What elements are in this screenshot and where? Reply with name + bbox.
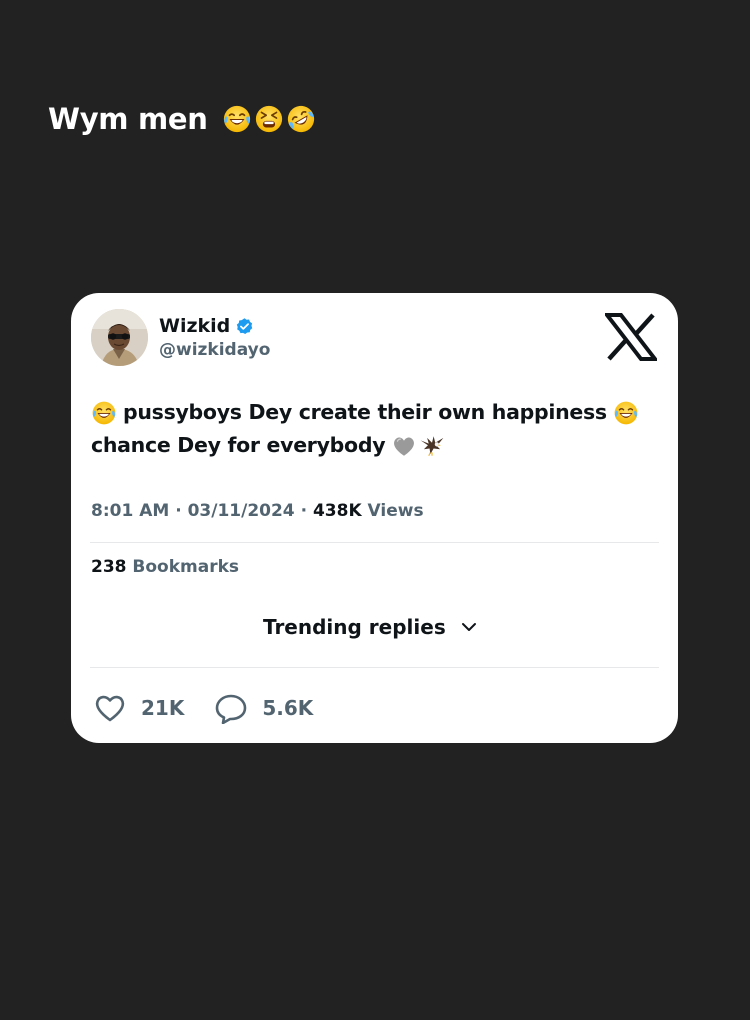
action-bar: 21K 5.6K <box>93 691 313 725</box>
tired-face-emoji-icon <box>254 104 284 134</box>
heart-icon <box>95 695 125 722</box>
caption-emoji-group <box>222 104 318 134</box>
bookmarks-label: Bookmarks <box>132 557 240 577</box>
verified-badge-icon <box>237 317 253 334</box>
tweet-text-line-2-content: chance Dey for everybody <box>91 433 386 457</box>
trending-replies-label: Trending replies <box>263 615 446 639</box>
tweet-card[interactable]: Wizkid @wizkidayo pussyboys Dey create t… <box>71 293 678 743</box>
trending-replies-toggle[interactable]: Trending replies <box>263 615 478 639</box>
divider <box>90 542 659 543</box>
tweet-text: pussyboys Dey create their own happiness… <box>91 396 661 462</box>
like-count: 21K <box>141 696 185 720</box>
author-handle[interactable]: @wizkidayo <box>159 340 270 360</box>
reply-button[interactable]: 5.6K <box>214 692 313 724</box>
reply-count: 5.6K <box>262 696 314 720</box>
meta-separator: · <box>175 501 188 521</box>
divider <box>90 667 659 668</box>
tweet-time[interactable]: 8:01 AM <box>91 501 169 521</box>
caption-text: Wym men <box>48 102 208 136</box>
tweet-text-line-1-content: pussyboys Dey create their own happiness <box>123 400 607 424</box>
bookmarks-count: 238 <box>91 557 127 577</box>
avatar[interactable] <box>91 309 148 366</box>
author-name[interactable]: Wizkid <box>159 315 230 337</box>
bookmarks-stat[interactable]: 238 Bookmarks <box>91 557 239 577</box>
tears-of-joy-emoji-icon <box>91 400 117 426</box>
avatar-image <box>91 309 148 366</box>
tears-of-joy-emoji-icon <box>613 400 639 426</box>
eagle-emoji-icon <box>419 433 445 459</box>
views-count: 438K <box>312 501 362 521</box>
grey-heart-emoji-icon <box>391 433 417 459</box>
chevron-down-icon <box>461 623 476 631</box>
author-name-row[interactable]: Wizkid <box>159 313 254 339</box>
x-logo-icon[interactable] <box>605 313 657 361</box>
tweet-text-line-2: chance Dey for everybody <box>91 429 661 462</box>
meta-separator: · <box>300 501 313 521</box>
tears-of-joy-emoji-icon <box>222 104 252 134</box>
like-button[interactable]: 21K <box>93 692 184 724</box>
story-caption: Wym men <box>48 97 318 141</box>
rolling-on-floor-laughing-emoji-icon <box>286 104 316 134</box>
tweet-meta: 8:01 AM · 03/11/2024 · 438K Views <box>91 501 424 521</box>
reply-bubble-icon <box>216 694 247 724</box>
views-label: Views <box>367 501 424 521</box>
tweet-date[interactable]: 03/11/2024 <box>188 501 295 521</box>
tweet-text-line-1: pussyboys Dey create their own happiness <box>91 396 661 429</box>
